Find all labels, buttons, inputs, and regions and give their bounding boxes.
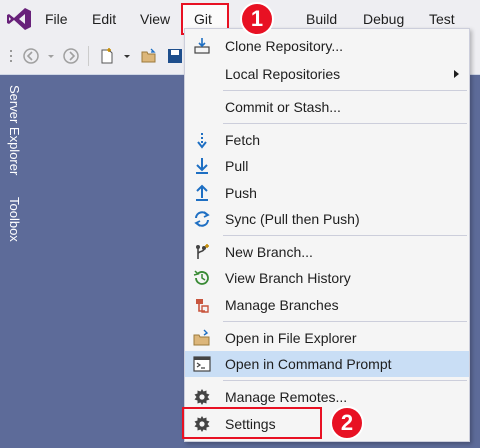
menu-item-label: Manage Remotes...: [225, 389, 348, 405]
new-branch-icon: [196, 244, 209, 259]
menu-item-fetch[interactable]: Fetch: [185, 127, 469, 153]
menu-item-label: Manage Branches: [225, 297, 339, 313]
menu-item-sync[interactable]: Sync (Pull then Push): [185, 206, 469, 232]
back-dropdown-icon[interactable]: [46, 47, 56, 65]
menu-item-commit-or-stash[interactable]: Commit or Stash...: [185, 94, 469, 120]
sync-icon: [194, 211, 210, 227]
server-explorer-tab[interactable]: Server Explorer: [7, 85, 22, 175]
menu-item-clone-repository[interactable]: Clone Repository...: [185, 33, 469, 59]
menu-item-open-in-file-explorer[interactable]: Open in File Explorer: [185, 325, 469, 351]
menu-item-label: Open in File Explorer: [225, 330, 357, 346]
menu-item-new-branch[interactable]: New Branch...: [185, 239, 469, 265]
forward-icon[interactable]: [62, 47, 80, 65]
manage-branches-icon: [196, 299, 209, 313]
menu-item-push[interactable]: Push: [185, 180, 469, 206]
menu-file[interactable]: File: [45, 9, 68, 29]
menu-item-label: Commit or Stash...: [225, 99, 341, 115]
settings-highlight-box: [182, 407, 322, 439]
save-icon[interactable]: [166, 47, 184, 65]
menu-item-view-branch-history[interactable]: View Branch History: [185, 265, 469, 291]
menu-item-manage-branches[interactable]: Manage Branches: [185, 292, 469, 318]
new-project-icon[interactable]: [98, 47, 116, 65]
menu-item-label: Clone Repository...: [225, 38, 344, 54]
open-folder-icon[interactable]: [140, 47, 158, 65]
menu-debug[interactable]: Debug: [363, 9, 404, 29]
folder-icon: [193, 329, 210, 346]
menu-view[interactable]: View: [140, 9, 170, 29]
step-badge-2: 2: [330, 406, 364, 440]
fetch-icon: [197, 133, 207, 149]
menu-item-label: New Branch...: [225, 244, 313, 260]
menu-build[interactable]: Build: [306, 9, 337, 29]
menu-item-local-repositories[interactable]: Local Repositories: [185, 61, 469, 87]
menu-item-pull[interactable]: Pull: [185, 153, 469, 179]
history-icon: [193, 270, 209, 285]
step-badge-1: 1: [240, 2, 274, 36]
menu-item-open-in-command-prompt[interactable]: Open in Command Prompt: [185, 351, 469, 377]
terminal-icon: [193, 356, 211, 372]
menu-item-label: Pull: [225, 158, 249, 174]
menu-separator: [223, 123, 467, 124]
pull-icon: [196, 158, 208, 174]
push-icon: [196, 184, 208, 201]
menu-separator: [223, 321, 467, 322]
new-project-dropdown-icon[interactable]: [122, 47, 132, 65]
clone-icon: [194, 38, 210, 54]
menu-item-label: View Branch History: [225, 270, 351, 286]
gear-icon: [194, 389, 210, 405]
menu-item-label: Push: [225, 185, 257, 201]
menu-item-label: Sync (Pull then Push): [225, 211, 360, 227]
visual-studio-logo-icon[interactable]: [6, 7, 32, 31]
menu-item-label: Local Repositories: [225, 66, 341, 82]
toolbox-tab[interactable]: Toolbox: [7, 197, 22, 242]
side-tool-rail: Server Explorer Toolbox: [0, 75, 30, 448]
menu-item-label: Open in Command Prompt: [225, 356, 392, 372]
menu-separator: [223, 90, 467, 91]
menu-git[interactable]: Git: [194, 9, 212, 29]
toolbar-separator: [88, 46, 89, 66]
submenu-arrow-icon: [454, 70, 459, 78]
menu-test[interactable]: Test: [429, 9, 455, 29]
menu-item-label: Fetch: [225, 132, 261, 148]
git-dropdown-menu: Clone Repository... Local Repositories C…: [184, 28, 470, 442]
back-icon[interactable]: [22, 47, 40, 65]
menu-edit[interactable]: Edit: [92, 9, 116, 29]
menu-separator: [223, 380, 467, 381]
menu-separator: [223, 235, 467, 236]
